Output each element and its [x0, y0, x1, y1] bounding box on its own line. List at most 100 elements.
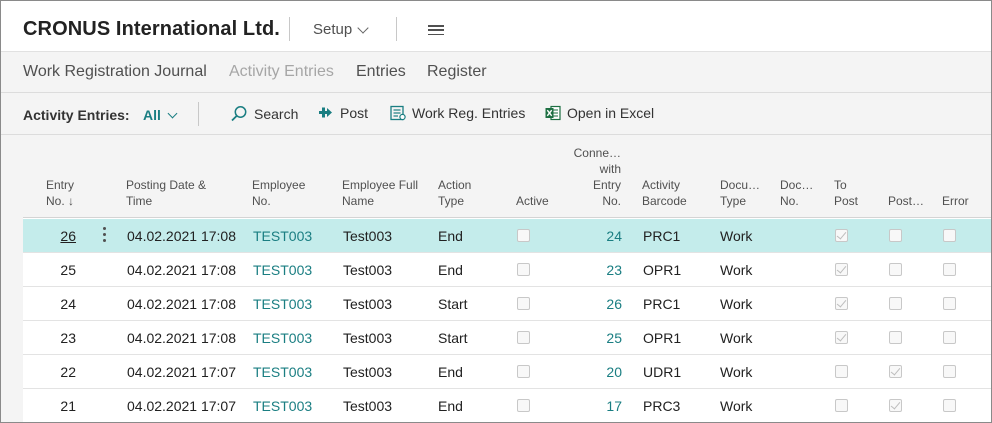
entry-no-cell: 26: [60, 228, 76, 244]
chevron-down-icon: [357, 21, 369, 34]
entry-no-cell: 23: [60, 330, 76, 346]
entries-list-icon: [390, 105, 406, 121]
page-caption: Activity Entries:: [23, 107, 130, 123]
column-header-posted[interactable]: Post…: [888, 193, 924, 209]
activity-barcode-cell: PRC1: [643, 296, 681, 312]
to-post-checkbox: [835, 399, 848, 412]
connected-entry-link[interactable]: 26: [563, 296, 622, 312]
employee-no-link[interactable]: TEST003: [253, 228, 312, 244]
column-header-entry-no[interactable]: Entry No. ↓: [23, 177, 74, 209]
column-header-connected-entry-no[interactable]: Conne… with Entry No.: [563, 145, 621, 209]
posting-date-cell: 04.02.2021 17:07: [127, 398, 236, 414]
connected-entry-link[interactable]: 17: [563, 398, 622, 414]
employee-name-cell: Test003: [343, 330, 393, 346]
open-in-excel-button[interactable]: Open in Excel: [545, 105, 654, 121]
action-type-cell: End: [438, 228, 463, 244]
posting-date-cell: 04.02.2021 17:07: [127, 364, 236, 380]
table-row[interactable]: 25 04.02.2021 17:08 TEST003 Test003 End 23 OPR…: [23, 253, 991, 287]
employee-name-cell: Test003: [343, 398, 393, 414]
document-type-cell: Work: [720, 364, 753, 380]
entry-no-cell: 21: [60, 398, 76, 414]
divider: [198, 102, 199, 126]
document-type-cell: Work: [720, 296, 753, 312]
column-header-activity-barcode[interactable]: Activity Barcode: [642, 177, 687, 209]
table-row[interactable]: 21 04.02.2021 17:07 TEST003 Test003 End 17 PRC…: [23, 389, 991, 422]
column-header-document-type[interactable]: Docu… Type: [720, 177, 760, 209]
post-icon: [319, 107, 332, 118]
column-header-action-type[interactable]: Action Type: [438, 177, 471, 209]
column-header-error[interactable]: Error: [942, 193, 969, 209]
employee-name-cell: Test003: [343, 364, 393, 380]
column-header-document-no[interactable]: Doc… No.: [780, 177, 813, 209]
company-name[interactable]: CRONUS International Ltd.: [23, 18, 280, 41]
document-type-cell: Work: [720, 262, 753, 278]
open-in-excel-label: Open in Excel: [567, 105, 655, 121]
chevron-down-icon: [167, 108, 178, 118]
top-bar: CRONUS International Ltd. Setup: [1, 1, 991, 52]
column-header-to-post[interactable]: To Post: [834, 177, 858, 209]
posted-checkbox: [889, 365, 902, 378]
entry-no-cell: 25: [60, 262, 76, 278]
error-checkbox: [943, 331, 956, 344]
navigation-bar: Work Registration Journal Activity Entri…: [1, 52, 991, 93]
posting-date-cell: 04.02.2021 17:08: [127, 296, 236, 312]
active-checkbox: [517, 229, 530, 242]
post-button[interactable]: Post: [318, 105, 368, 121]
table-row[interactable]: 23 04.02.2021 17:08 TEST003 Test003 Start 25 O…: [23, 321, 991, 355]
active-checkbox: [517, 263, 530, 276]
employee-name-cell: Test003: [343, 262, 393, 278]
connected-entry-link[interactable]: 23: [563, 262, 622, 278]
column-header-employee-no[interactable]: Employee No.: [252, 177, 305, 209]
posted-checkbox: [889, 297, 902, 310]
action-type-cell: End: [438, 262, 463, 278]
activity-barcode-cell: UDR1: [643, 364, 682, 380]
nav-entries[interactable]: Entries: [356, 63, 406, 81]
table-row[interactable]: 24 04.02.2021 17:08 TEST003 Test003 Start 26 P…: [23, 287, 991, 321]
nav-work-registration-journal[interactable]: Work Registration Journal: [23, 63, 207, 81]
entry-no-cell: 24: [60, 296, 76, 312]
hamburger-menu-icon[interactable]: [428, 25, 444, 36]
activity-barcode-cell: OPR1: [643, 262, 682, 278]
to-post-checkbox: [835, 229, 848, 242]
employee-no-link[interactable]: TEST003: [253, 364, 312, 380]
active-checkbox: [517, 399, 530, 412]
document-type-cell: Work: [720, 398, 753, 414]
divider: [396, 17, 397, 41]
posting-date-cell: 04.02.2021 17:08: [127, 228, 236, 244]
to-post-checkbox: [835, 365, 848, 378]
error-checkbox: [943, 365, 956, 378]
employee-no-link[interactable]: TEST003: [253, 398, 312, 414]
to-post-checkbox: [835, 263, 848, 276]
to-post-checkbox: [835, 297, 848, 310]
connected-entry-link[interactable]: 24: [563, 228, 622, 244]
active-checkbox: [517, 297, 530, 310]
setup-menu[interactable]: Setup: [313, 21, 369, 38]
column-header-employee-full-name[interactable]: Employee Full Name: [342, 177, 418, 209]
connected-entry-link[interactable]: 25: [563, 330, 622, 346]
view-filter-dropdown[interactable]: All: [143, 107, 178, 123]
entry-no-cell: 22: [60, 364, 76, 380]
posted-checkbox: [889, 263, 902, 276]
action-bar: Activity Entries: All Search Post Work R…: [1, 93, 991, 135]
employee-no-link[interactable]: TEST003: [253, 296, 312, 312]
nav-register[interactable]: Register: [427, 63, 487, 81]
table-row[interactable]: 22 04.02.2021 17:07 TEST003 Test003 End 20 UDR…: [23, 355, 991, 389]
row-actions-icon[interactable]: [103, 227, 107, 243]
table-row[interactable]: 26 04.02.2021 17:08 TEST003 Test003 End 24 PRC…: [23, 219, 991, 253]
error-checkbox: [943, 229, 956, 242]
error-checkbox: [943, 399, 956, 412]
posted-checkbox: [889, 229, 902, 242]
connected-entry-link[interactable]: 20: [563, 364, 622, 380]
divider: [289, 17, 290, 41]
employee-no-link[interactable]: TEST003: [253, 262, 312, 278]
activity-barcode-cell: PRC3: [643, 398, 681, 414]
work-reg-entries-button[interactable]: Work Reg. Entries: [390, 105, 525, 121]
search-button[interactable]: Search: [230, 105, 298, 123]
nav-activity-entries[interactable]: Activity Entries: [229, 63, 334, 81]
employee-no-link[interactable]: TEST003: [253, 330, 312, 346]
action-type-cell: End: [438, 398, 463, 414]
excel-icon: [545, 105, 561, 121]
work-reg-entries-label: Work Reg. Entries: [412, 105, 526, 121]
column-header-active[interactable]: Active: [516, 193, 549, 209]
column-header-posting-date[interactable]: Posting Date & Time: [126, 177, 206, 209]
